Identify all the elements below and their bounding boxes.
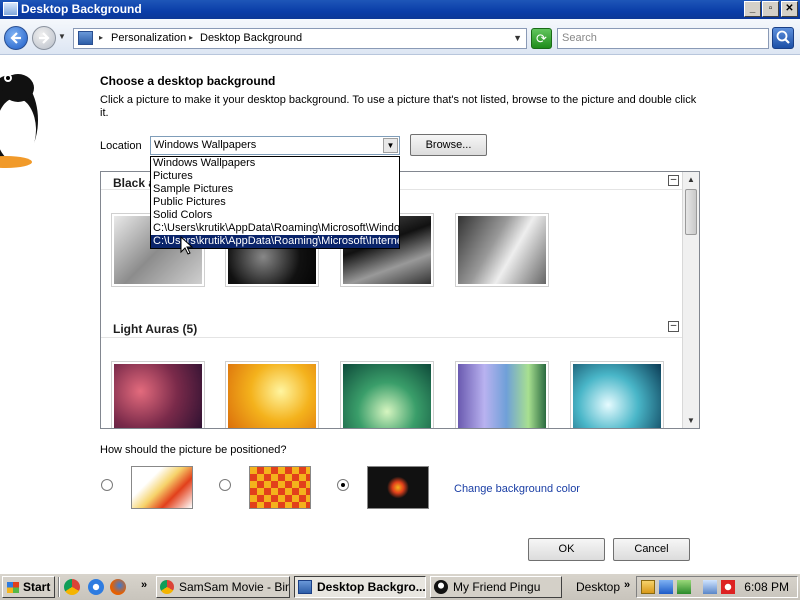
group-divider bbox=[101, 337, 686, 338]
collapse-group-icon[interactable]: – bbox=[668, 321, 679, 332]
taskbar-task-pingu[interactable]: My Friend Pingu bbox=[430, 576, 562, 598]
cancel-button[interactable]: Cancel bbox=[613, 538, 690, 561]
wallpaper-thumbnail[interactable] bbox=[455, 361, 549, 428]
mouse-cursor-icon bbox=[180, 236, 194, 255]
breadcrumb-desktop-background[interactable]: Desktop Background bbox=[200, 32, 302, 44]
desktop-toolbar-label[interactable]: Desktop bbox=[576, 580, 620, 594]
desktop-toolbar-chevron-icon[interactable]: » bbox=[624, 579, 630, 591]
pingu-desktop-icon bbox=[0, 74, 38, 168]
address-dropdown-icon[interactable]: ▼ bbox=[513, 33, 522, 43]
position-fill-preview[interactable] bbox=[131, 466, 193, 509]
location-option[interactable]: C:\Users\krutik\AppData\Roaming\Microsof… bbox=[151, 222, 399, 235]
control-panel-icon bbox=[298, 580, 312, 594]
wallpaper-image bbox=[343, 364, 431, 428]
pingu-icon bbox=[434, 580, 448, 594]
location-option[interactable]: Public Pictures bbox=[151, 196, 399, 209]
task-label: Desktop Backgro... bbox=[317, 580, 426, 594]
wallpaper-thumbnail[interactable] bbox=[111, 361, 205, 428]
scrollbar-thumb[interactable] bbox=[685, 189, 697, 235]
location-option[interactable]: Windows Wallpapers bbox=[151, 157, 399, 170]
location-option[interactable]: Sample Pictures bbox=[151, 183, 399, 196]
position-center-preview[interactable] bbox=[367, 466, 429, 509]
page-heading: Choose a desktop background bbox=[100, 74, 276, 88]
window-app-icon bbox=[3, 2, 18, 16]
wallpaper-thumbnail[interactable] bbox=[570, 361, 664, 428]
back-button[interactable] bbox=[4, 26, 28, 50]
back-arrow-icon bbox=[10, 32, 21, 44]
taskbar-task-desktop-background[interactable]: Desktop Backgro... bbox=[294, 576, 426, 598]
safely-remove-hardware-icon[interactable] bbox=[677, 580, 691, 594]
position-tile-radio[interactable] bbox=[219, 479, 231, 491]
scroll-up-icon[interactable]: ▲ bbox=[683, 172, 699, 187]
windows-flag-icon bbox=[7, 582, 19, 593]
firefox-icon[interactable] bbox=[110, 579, 126, 595]
clock[interactable]: 6:08 PM bbox=[744, 580, 789, 594]
refresh-button[interactable]: ⟳ bbox=[531, 28, 552, 49]
taskbar: Start » SamSam Movie - Bin... Desktop Ba… bbox=[0, 573, 800, 600]
wallpaper-image bbox=[228, 364, 316, 428]
title-bar: Desktop Background _ ▫ ✕ bbox=[0, 0, 800, 19]
browse-button[interactable]: Browse... bbox=[410, 134, 487, 156]
refresh-icon: ⟳ bbox=[536, 31, 547, 46]
start-label: Start bbox=[23, 580, 51, 594]
start-button[interactable]: Start bbox=[2, 576, 55, 598]
navigation-bar: ▼ ▸ Personalization ▸ Desktop Background… bbox=[0, 19, 800, 55]
minimize-button[interactable]: _ bbox=[744, 1, 761, 17]
chevron-down-icon[interactable]: ▼ bbox=[383, 138, 398, 153]
page-description: Click a picture to make it your desktop … bbox=[100, 94, 697, 119]
scroll-down-icon[interactable]: ▼ bbox=[683, 413, 699, 428]
restore-button[interactable]: ▫ bbox=[762, 1, 779, 17]
location-option[interactable]: Solid Colors bbox=[151, 209, 399, 222]
content-area: Choose a desktop background Click a pict… bbox=[0, 56, 800, 573]
control-panel-icon bbox=[78, 31, 93, 45]
security-shield-icon[interactable] bbox=[641, 580, 655, 594]
wallpaper-image bbox=[114, 364, 202, 428]
taskbar-separator bbox=[58, 577, 60, 597]
chrome-icon[interactable] bbox=[64, 579, 80, 595]
breadcrumb-separator-icon[interactable]: ▸ bbox=[99, 33, 103, 42]
location-select[interactable]: Windows Wallpapers ▼ bbox=[150, 136, 400, 155]
group-title-light-auras[interactable]: Light Auras (5) bbox=[113, 322, 197, 336]
network-connection-icon[interactable] bbox=[703, 580, 717, 594]
wallpaper-thumbnail[interactable] bbox=[225, 361, 319, 428]
window-title: Desktop Background bbox=[21, 2, 142, 16]
system-tray: 6:08 PM bbox=[636, 576, 798, 598]
location-option[interactable]: Pictures bbox=[151, 170, 399, 183]
volume-muted-icon[interactable] bbox=[721, 580, 735, 594]
position-fill-radio[interactable] bbox=[101, 479, 113, 491]
change-background-color-link[interactable]: Change background color bbox=[454, 483, 580, 495]
breadcrumb-personalization[interactable]: Personalization bbox=[111, 32, 186, 44]
quicklaunch-overflow-icon[interactable]: » bbox=[141, 579, 147, 591]
forward-button[interactable] bbox=[32, 26, 56, 50]
position-question: How should the picture be positioned? bbox=[100, 444, 287, 456]
address-bar[interactable]: ▸ Personalization ▸ Desktop Background ▼ bbox=[73, 28, 527, 49]
close-button[interactable]: ✕ bbox=[781, 1, 798, 17]
breadcrumb-separator-icon[interactable]: ▸ bbox=[189, 33, 193, 42]
search-icon bbox=[776, 30, 790, 44]
collapse-group-icon[interactable]: – bbox=[668, 175, 679, 186]
taskbar-task-samsam[interactable]: SamSam Movie - Bin... bbox=[156, 576, 290, 598]
task-label: SamSam Movie - Bin... bbox=[179, 580, 290, 594]
wallpaper-image bbox=[458, 216, 546, 284]
ok-button[interactable]: OK bbox=[528, 538, 605, 561]
search-button[interactable] bbox=[772, 27, 794, 49]
task-label: My Friend Pingu bbox=[453, 580, 541, 594]
position-tile-preview[interactable] bbox=[249, 466, 311, 509]
recent-pages-chevron-icon[interactable]: ▼ bbox=[58, 32, 66, 41]
chrome-icon bbox=[160, 580, 174, 594]
internet-explorer-icon[interactable] bbox=[88, 579, 104, 595]
gallery-scrollbar[interactable]: ▲ ▼ bbox=[682, 172, 699, 428]
location-select-value: Windows Wallpapers bbox=[154, 139, 257, 151]
forward-arrow-icon bbox=[39, 32, 50, 44]
wallpaper-image bbox=[573, 364, 661, 428]
wallpaper-thumbnail[interactable] bbox=[455, 213, 549, 287]
position-center-radio[interactable] bbox=[337, 479, 349, 491]
wallpaper-thumbnail[interactable] bbox=[340, 361, 434, 428]
wallpaper-image bbox=[458, 364, 546, 428]
location-label: Location bbox=[100, 140, 142, 152]
search-input[interactable]: Search bbox=[557, 28, 769, 49]
network-icon[interactable] bbox=[659, 580, 673, 594]
